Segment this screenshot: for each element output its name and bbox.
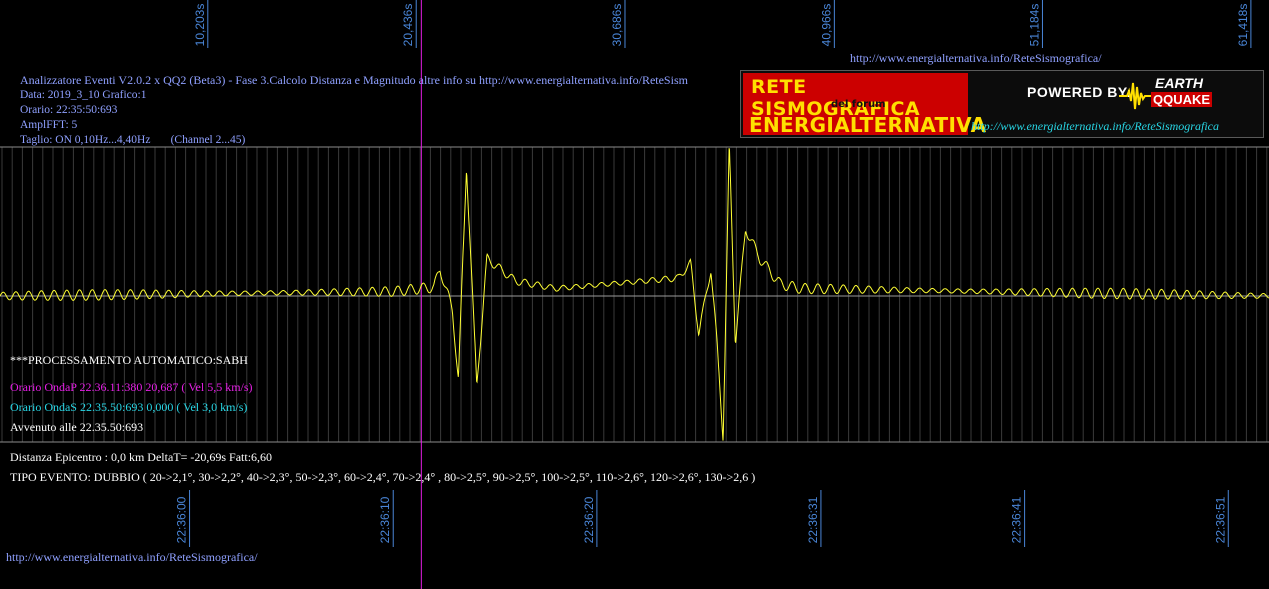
event-time: Avvenuto alle 22.35.50:693 bbox=[10, 420, 144, 434]
time-tick-label: 22:36:00 bbox=[175, 496, 189, 543]
logo-forum-name: ENERGIALTERNATIVA bbox=[749, 113, 987, 137]
time-tick-label: 22:36:51 bbox=[1213, 496, 1227, 543]
logo-url[interactable]: http://www.energialternativa.info/ReteSi… bbox=[971, 119, 1219, 134]
processing-title: ***PROCESSAMENTO AUTOMATICO:SABH bbox=[10, 353, 248, 367]
header-time: Orario: 22:35:50:693 bbox=[20, 104, 118, 116]
header-date: Data: 2019_3_10 Grafico:1 bbox=[20, 89, 147, 101]
time-tick-label: 22:36:20 bbox=[582, 496, 596, 543]
logo-earth-text: EARTH bbox=[1155, 75, 1203, 91]
logo-red-panel: RETE SISMOGRAFICA del forum ENERGIALTERN… bbox=[743, 73, 986, 137]
seconds-tick-label: 10,203s bbox=[193, 4, 207, 47]
time-tick-label: 22:36:10 bbox=[378, 496, 392, 543]
seconds-tick-label: 20,436s bbox=[401, 4, 415, 47]
seconds-tick-label: 40,966s bbox=[819, 4, 833, 47]
header-ampl: AmplFFT: 5 bbox=[20, 119, 78, 131]
seconds-tick-label: 30,686s bbox=[610, 4, 624, 47]
footer-url[interactable]: http://www.energialternativa.info/ReteSi… bbox=[6, 550, 258, 564]
time-tick-label: 22:36:31 bbox=[806, 496, 820, 543]
logo-subtitle: del forum bbox=[831, 99, 886, 110]
time-tick-label: 22:36:41 bbox=[1010, 496, 1024, 543]
logo-quake-text: QQUAKE bbox=[1151, 92, 1213, 107]
seconds-tick-label: 51,184s bbox=[1027, 4, 1041, 47]
rete-sismografica-logo: RETE SISMOGRAFICA del forum ENERGIALTERN… bbox=[740, 70, 1264, 138]
onda-p-time: Orario OndaP 22.36.11:380 20,687 ( Vel 5… bbox=[10, 380, 253, 394]
epicenter-distance: Distanza Epicentro : 0,0 km DeltaT= -20,… bbox=[10, 450, 273, 464]
header-url[interactable]: http://www.energialternativa.info/ReteSi… bbox=[850, 51, 1102, 65]
seconds-tick-label: 61,418s bbox=[1236, 4, 1250, 47]
header-analyzer-line: Analizzatore Eventi V2.0.2 x QQ2 (Beta3)… bbox=[20, 73, 688, 87]
event-type: TIPO EVENTO: DUBBIO ( 20->2,1°, 30->2,2°… bbox=[10, 470, 756, 484]
onda-s-time: Orario OndaS 22.35.50:693 0,000 ( Vel 3,… bbox=[10, 400, 248, 414]
header-filter: Taglio: ON 0,10Hz...4,40Hz (Channel 2...… bbox=[20, 134, 246, 146]
logo-powered-by: POWERED BY: bbox=[1027, 84, 1132, 100]
